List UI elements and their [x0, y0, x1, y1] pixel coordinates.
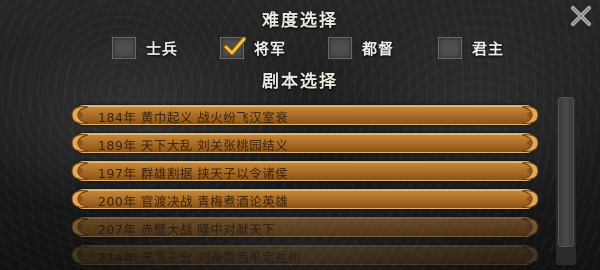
option-governor[interactable]: 都督: [328, 36, 394, 60]
scenario-label: 214年 天下三分 刘备取西平定益州: [98, 250, 302, 265]
scroll-ornament-icon: [71, 218, 89, 236]
scroll-ornament-icon: [521, 190, 539, 208]
scenario-list: 184年 黄巾起义 战火纷飞汉室衰 189年 天下大乱 刘关张桃园结义 197年…: [68, 97, 542, 270]
scenario-item[interactable]: 197年 群雄割据 挟天子以令诸侯: [68, 159, 542, 183]
soldier-checkbox[interactable]: [112, 37, 136, 59]
check-icon: [223, 36, 247, 56]
scroll-ornament-icon: [71, 246, 89, 264]
governor-checkbox[interactable]: [328, 37, 352, 59]
scenario-item[interactable]: 207年 赤壁大战 隆中对献天下: [68, 215, 542, 239]
scroll-ornament-icon: [71, 162, 89, 180]
scroll-ornament-icon: [521, 106, 539, 124]
scroll-ornament-icon: [521, 218, 539, 236]
scenario-item[interactable]: 184年 黄巾起义 战火纷飞汉室衰: [68, 103, 542, 127]
option-label: 君主: [472, 39, 505, 58]
scenario-label: 197年 群雄割据 挟天子以令诸侯: [98, 166, 289, 181]
scenario-label: 189年 天下大乱 刘关张桃园结义: [98, 138, 289, 153]
scenario-item[interactable]: 214年 天下三分 刘备取西平定益州: [68, 243, 542, 267]
scrollbar-thumb[interactable]: [558, 97, 574, 247]
scenario-item[interactable]: 200年 官渡决战 青梅煮酒论英雄: [68, 187, 542, 211]
scenario-label: 200年 官渡决战 青梅煮酒论英雄: [98, 194, 289, 209]
option-label: 都督: [362, 39, 395, 58]
scroll-ornament-icon: [71, 190, 89, 208]
monarch-checkbox[interactable]: [438, 37, 462, 59]
scenario-label: 184年 黄巾起义 战火纷飞汉室衰: [98, 110, 289, 125]
option-label: 士兵: [146, 39, 179, 58]
scenario-title: 剧本选择: [262, 72, 338, 92]
option-monarch[interactable]: 君主: [438, 36, 504, 60]
scroll-ornament-icon: [521, 162, 539, 180]
scroll-ornament-icon: [71, 134, 89, 152]
scroll-ornament-icon: [521, 246, 539, 264]
difficulty-options: 士兵 将军 都督 君主: [0, 36, 600, 60]
close-icon: [571, 6, 591, 26]
option-label: 将军: [254, 39, 287, 58]
scenario-item[interactable]: 189年 天下大乱 刘关张桃园结义: [68, 131, 542, 155]
option-general[interactable]: 将军: [220, 36, 286, 60]
scenario-label: 207年 赤壁大战 隆中对献天下: [98, 222, 276, 237]
difficulty-title: 难度选择: [262, 11, 338, 31]
general-checkbox[interactable]: [220, 36, 247, 59]
option-soldier[interactable]: 士兵: [112, 36, 178, 60]
scroll-ornament-icon: [71, 106, 89, 124]
close-button[interactable]: [566, 3, 596, 29]
scrollbar[interactable]: [556, 97, 576, 265]
scroll-ornament-icon: [521, 134, 539, 152]
